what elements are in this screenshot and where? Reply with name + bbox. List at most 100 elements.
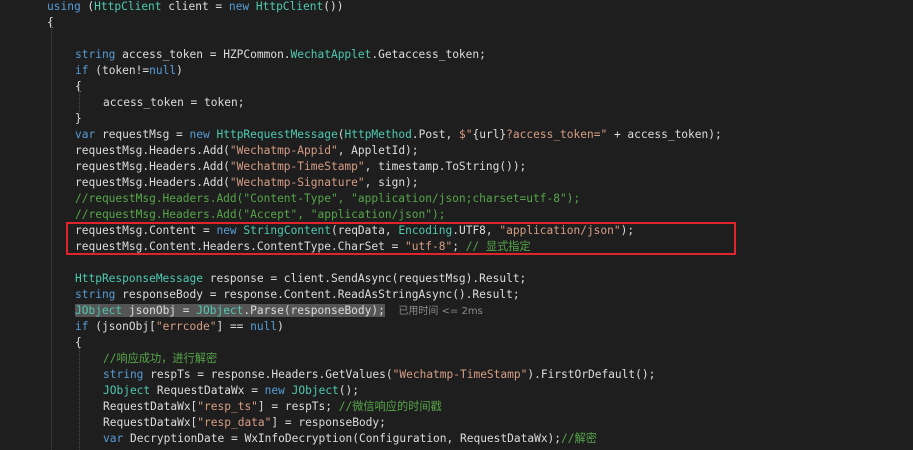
code-token: HttpRequestMessage	[216, 128, 338, 141]
code-token: );	[620, 224, 635, 237]
code-token: jsonObj =	[122, 304, 197, 317]
code-token: ();	[338, 384, 360, 397]
code-token: requestMsg.Headers.Add(	[75, 176, 230, 189]
code-token: (token!=	[88, 64, 150, 77]
code-token: StringContent	[243, 224, 331, 237]
code-token: //解密	[561, 432, 597, 445]
code-token: , timestamp.ToString());	[364, 160, 527, 173]
code-token: )	[277, 320, 284, 333]
code-token: new	[189, 128, 210, 141]
code-token: (jsonObj[	[88, 320, 156, 333]
code-token: string	[75, 48, 116, 61]
code-line[interactable]: //requestMsg.Headers.Add("Content-Type",…	[75, 191, 580, 207]
code-token: "resp_ts"	[197, 400, 258, 413]
code-token: var	[103, 432, 124, 445]
code-token: .Parse(responseBody);	[243, 304, 385, 317]
code-line[interactable]: var requestMsg = new HttpRequestMessage(…	[75, 127, 722, 143]
code-line[interactable]: string access_token = HZPCommon.WechatAp…	[75, 47, 486, 63]
code-token: client =	[161, 0, 229, 13]
code-token: JObject	[291, 384, 339, 397]
code-token: WechatApplet	[290, 48, 372, 61]
code-line[interactable]: HttpResponseMessage response = client.Se…	[75, 271, 526, 287]
code-editor[interactable]: using (HttpClient client = new HttpClien…	[0, 0, 913, 450]
code-token: // 显式指定	[465, 240, 531, 253]
code-token: RequestDataWx[	[103, 400, 198, 413]
code-line[interactable]: JObject jsonObj = JObject.Parse(response…	[75, 303, 483, 319]
code-token: "resp_data"	[197, 416, 272, 429]
code-token: new	[216, 224, 237, 237]
code-line[interactable]: var DecryptionDate = WxInfoDecryption(Co…	[103, 431, 597, 447]
code-token: "application/json"	[499, 224, 621, 237]
code-token: HttpResponseMessage	[75, 272, 203, 285]
code-token: "Wechatmp-Appid"	[229, 144, 338, 157]
elapsed-time-hint: 已用时间 <= 2ms	[398, 306, 483, 317]
code-token: {url}	[472, 128, 507, 141]
code-line[interactable]: string responseBody = response.Content.R…	[75, 287, 520, 303]
code-line[interactable]: if (token!=null)	[75, 63, 183, 79]
code-token: HttpMethod	[344, 128, 412, 141]
code-token: DecryptionDate = WxInfoDecryption(Config…	[123, 432, 562, 445]
code-token: .UTF8,	[452, 224, 500, 237]
code-token: //微信响应的时间戳	[338, 400, 442, 413]
code-token: (reqData,	[330, 224, 399, 237]
code-token: ] = respTs;	[257, 400, 339, 413]
code-token: new	[264, 384, 285, 397]
code-line[interactable]: requestMsg.Content = new StringContent(r…	[75, 223, 634, 239]
code-line[interactable]: JObject RequestDataWx = new JObject();	[103, 383, 359, 399]
code-token: .Post,	[411, 128, 459, 141]
code-line[interactable]: requestMsg.Content.Headers.ContentType.C…	[75, 239, 531, 255]
code-line[interactable]: //requestMsg.Headers.Add("Accept", "appl…	[75, 207, 445, 223]
code-token: ] ==	[216, 320, 251, 333]
code-line[interactable]: if (jsonObj["errcode"] == null)	[75, 319, 284, 335]
code-line[interactable]: requestMsg.Headers.Add("Wechatmp-Signatu…	[75, 175, 419, 191]
code-token: RequestDataWx[	[103, 416, 198, 429]
code-line[interactable]: string respTs = response.Headers.GetValu…	[103, 367, 655, 383]
code-token: var	[75, 128, 96, 141]
code-token: if	[75, 320, 89, 333]
code-token: responseBody = response.Content.ReadAsSt…	[115, 288, 520, 301]
code-token: //响应成功，进行解密	[103, 352, 218, 365]
code-token: ] = responseBody;	[271, 416, 386, 429]
code-line[interactable]: RequestDataWx["resp_ts"] = respTs; //微信响…	[103, 399, 442, 415]
code-token: respTs = response.Headers.GetValues(	[143, 368, 393, 381]
code-token: "errcode"	[155, 320, 217, 333]
code-token: )	[176, 64, 183, 77]
code-token: HttpClient	[94, 0, 162, 13]
code-token: JObject	[196, 304, 244, 317]
code-token: , AppletId);	[337, 144, 419, 157]
code-token: //requestMsg.Headers.Add("Accept", "appl…	[75, 208, 446, 221]
code-line[interactable]: //响应成功，进行解密	[103, 351, 217, 367]
code-token: (	[80, 0, 95, 13]
code-token: new	[228, 0, 250, 13]
code-line[interactable]: requestMsg.Headers.Add("Wechatmp-Appid",…	[75, 143, 419, 159]
code-token: ;	[452, 240, 466, 253]
code-token: ).FirstOrDefault();	[527, 368, 656, 381]
code-token: //requestMsg.Headers.Add("Content-Type",…	[75, 192, 581, 205]
code-token: requestMsg =	[95, 128, 190, 141]
code-token: JObject	[75, 304, 123, 317]
code-token: requestMsg.Content.Headers.ContentType.C…	[75, 240, 406, 253]
indent-guide	[79, 348, 80, 450]
code-token: + access_token);	[607, 128, 722, 141]
code-token: access_token = HZPCommon.	[115, 48, 291, 61]
code-token: access_token = token;	[103, 96, 245, 109]
code-token: "Wechatmp-Signature"	[229, 176, 365, 189]
code-token: HttpClient	[255, 0, 324, 13]
code-line[interactable]: requestMsg.Headers.Add("Wechatmp-TimeSta…	[75, 159, 526, 175]
code-token: requestMsg.Headers.Add(	[75, 160, 230, 173]
code-token: string	[75, 288, 116, 301]
code-token: requestMsg.Content =	[75, 224, 217, 237]
indent-guide	[79, 84, 80, 114]
code-line[interactable]: RequestDataWx["resp_data"] = responseBod…	[103, 415, 386, 431]
code-line[interactable]: using (HttpClient client = new HttpClien…	[47, 0, 343, 15]
code-token: null	[250, 320, 278, 333]
code-token: response = client.SendAsync(requestMsg).…	[202, 272, 527, 285]
code-token: RequestDataWx =	[150, 384, 265, 397]
code-token: using	[47, 0, 81, 13]
code-token: "Wechatmp-TimeStamp"	[392, 368, 528, 381]
code-line[interactable]: access_token = token;	[103, 95, 244, 111]
code-token: ?access_token="	[506, 128, 608, 141]
code-token: if	[75, 64, 89, 77]
